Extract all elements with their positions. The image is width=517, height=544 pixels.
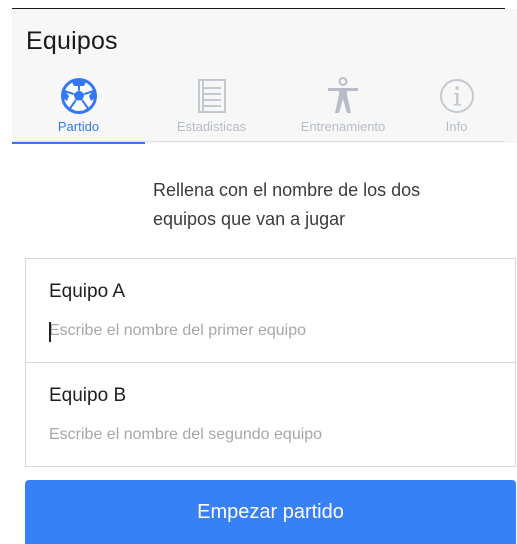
tab-entrenamiento-label: Entrenamiento bbox=[300, 119, 386, 134]
tab-bar: Partido Estadisticas Entrenamiento Info bbox=[12, 71, 505, 144]
team-a-label: Equipo A bbox=[49, 281, 126, 302]
page-title: Equipos bbox=[26, 27, 118, 55]
tab-partido[interactable]: Partido bbox=[12, 71, 145, 144]
info-circle-icon bbox=[439, 79, 474, 113]
team-b-input[interactable] bbox=[49, 421, 489, 449]
teams-form: Equipo A Equipo B bbox=[25, 258, 516, 467]
tab-info-label: Info bbox=[445, 119, 468, 134]
tab-entrenamiento[interactable]: Entrenamiento bbox=[278, 71, 408, 143]
team-b-field: Equipo B bbox=[26, 363, 515, 467]
person-training-icon bbox=[328, 77, 358, 113]
tab-estadisticas[interactable]: Estadisticas bbox=[145, 71, 278, 143]
team-a-field: Equipo A bbox=[26, 259, 515, 363]
app-header: Equipos Partido Estadisticas Entrenamien… bbox=[12, 9, 517, 144]
tab-info[interactable]: Info bbox=[408, 71, 505, 143]
tab-estadisticas-label: Estadisticas bbox=[176, 119, 247, 134]
tab-partido-label: Partido bbox=[57, 119, 100, 134]
soccer-ball-icon bbox=[60, 78, 97, 114]
start-match-button[interactable]: Empezar partido bbox=[25, 480, 516, 544]
stats-list-icon bbox=[197, 79, 226, 113]
team-a-input[interactable] bbox=[49, 317, 489, 345]
team-b-label: Equipo B bbox=[49, 385, 127, 406]
tab-bar-divider bbox=[12, 141, 505, 142]
text-cursor bbox=[49, 322, 51, 342]
instruction-text: Rellena con el nombre de los dos equipos… bbox=[153, 180, 421, 229]
